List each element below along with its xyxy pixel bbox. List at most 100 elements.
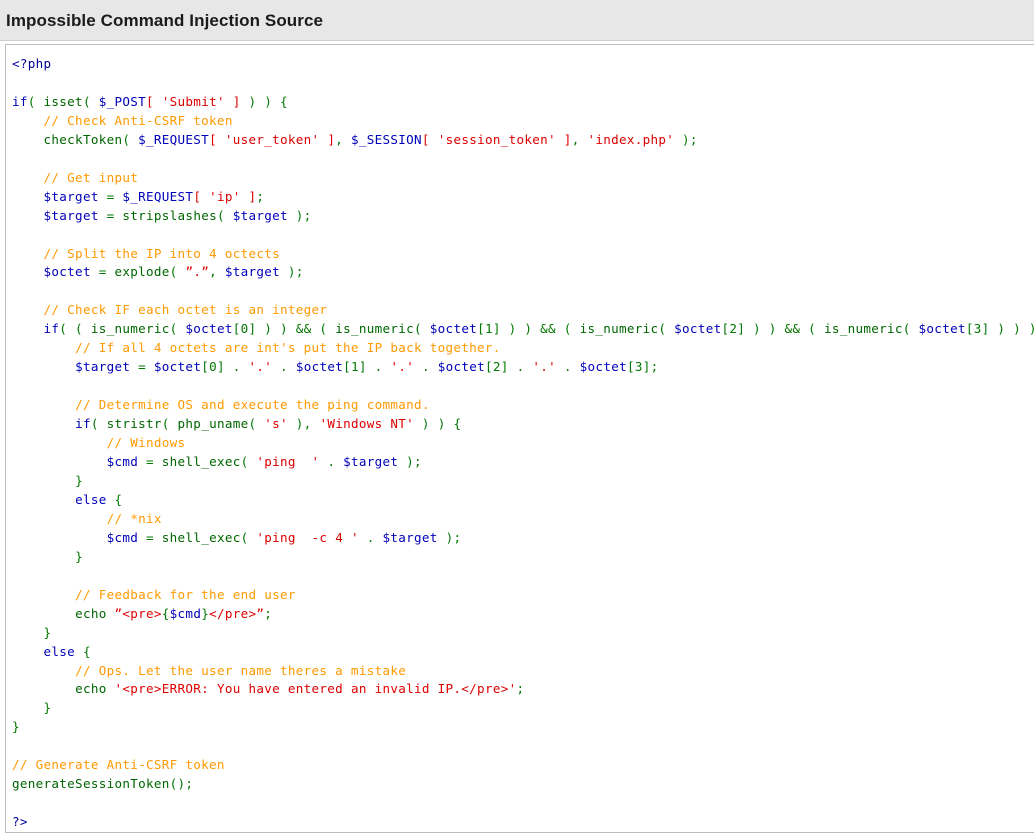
code-token-punct: } [44,700,52,715]
code-line: echo '<pre>ERROR: You have entered an in… [12,681,524,696]
code-token-var: $_REQUEST [138,132,209,147]
code-token-string: 'user_token' [225,132,320,147]
code-token-string: 'Windows NT' [319,416,414,431]
code-token-comment: // Feedback for the end user [75,587,296,602]
code-token-comment: // Get input [44,170,139,185]
code-token-punct: ) ) ) { [990,321,1034,336]
php-source-code: <?php if( isset( $_POST[ 'Submit' ] ) ) … [6,45,1034,832]
code-token-punct: } [12,719,20,734]
code-token-func: php_uname [178,416,249,431]
code-token-var: $octet [438,359,485,374]
code-token-bracket-g: [3] [966,321,990,336]
code-token-bracket: ] [319,132,335,147]
code-line: // If all 4 octets are int's put the IP … [12,340,501,355]
code-token-keyword: if [12,94,28,109]
code-token-comment: // Check IF each octet is an integer [44,302,328,317]
code-token-punct: ( [91,416,107,431]
code-token-bracket-g: [0] [233,321,257,336]
code-token-func: echo [75,606,107,621]
code-token-string: '<pre>ERROR: You have entered an invalid… [114,681,516,696]
code-token-bracket: ] [225,94,241,109]
code-token-keyword: if [75,416,91,431]
code-token-comment: // Determine OS and execute the ping com… [75,397,430,412]
code-token-punct: , [572,132,588,147]
code-token-bracket-g: [2] [721,321,745,336]
code-token-string: '.' [532,359,556,374]
code-line: else { [12,644,91,659]
page-title: Impossible Command Injection Source [6,12,323,29]
code-token-punct: . [367,359,391,374]
code-token-tag: <?php [12,56,51,71]
code-token-string: </pre>” [209,606,264,621]
code-token-punct: ; [651,359,659,374]
code-line: // Generate Anti-CSRF token [12,757,225,772]
code-token-punct: ); [438,530,462,545]
code-token-comment: // Split the IP into 4 octects [44,246,280,261]
code-line: // Ops. Let the user name theres a mista… [12,663,406,678]
code-token-bracket-g: [1] [343,359,367,374]
code-line: } [12,625,51,640]
code-token-var: $target [44,189,99,204]
code-token-punct: = [138,530,162,545]
code-token-bracket: [ [422,132,438,147]
code-token-punct: ( [658,321,674,336]
code-token-punct: ), [288,416,320,431]
code-token-string: 's' [264,416,288,431]
code-token-var: $cmd [170,606,202,621]
code-line: $cmd = shell_exec( 'ping ' . $target ); [12,454,422,469]
code-line: generateSessionToken(); [12,776,193,791]
code-token-punct: = [138,454,162,469]
code-token-var: $target [75,359,130,374]
code-token-var: $target [343,454,398,469]
code-token-punct: ; [516,681,524,696]
code-token-func: is_numeric [335,321,414,336]
code-token-punct: ) ) { [241,94,288,109]
code-token-bracket-g: [3] [627,359,651,374]
code-token-punct: ( [170,264,186,279]
code-line: // Check IF each octet is an integer [12,302,327,317]
code-token-comment: // Check Anti-CSRF token [44,113,233,128]
code-token-bracket: [ [209,132,225,147]
code-token-punct: ( [170,321,186,336]
code-token-var: $target [383,530,438,545]
code-token-var: $octet [580,359,627,374]
code-token-punct: ); [280,264,304,279]
code-token-punct: ( [28,94,44,109]
code-token-punct: , [209,264,225,279]
code-token-punct: ); [398,454,422,469]
code-token-punct: . [556,359,580,374]
code-token-comment: // If all 4 octets are int's put the IP … [75,340,501,355]
code-token-var: $octet [185,321,232,336]
code-line: if( ( is_numeric( $octet[0] ) ) && ( is_… [12,321,1034,336]
code-token-bracket: [ [193,189,209,204]
page-root: Impossible Command Injection Source <?ph… [0,0,1034,833]
code-token-var: $target [225,264,280,279]
code-line: // Check Anti-CSRF token [12,113,233,128]
code-token-func: checkToken [44,132,123,147]
code-token-punct: (); [170,776,194,791]
code-token-bracket: ] [556,132,572,147]
code-token-punct: ) ) && ( [256,321,335,336]
code-token-punct: ) ) && ( [745,321,824,336]
code-token-punct: ) ) { [414,416,461,431]
code-line: <?php [12,56,51,71]
code-line: // Windows [12,435,185,450]
code-token-bracket: [ [146,94,162,109]
code-token-var: $cmd [107,454,139,469]
code-token-punct: } [201,606,209,621]
code-token-punct: { [107,492,123,507]
code-token-punct: } [44,625,52,640]
code-token-punct: = [130,359,154,374]
code-token-punct: ); [288,208,312,223]
code-line: if( stristr( php_uname( 's' ), 'Windows … [12,416,461,431]
code-token-punct: { [162,606,170,621]
code-line: $octet = explode( ”.”, $target ); [12,264,304,279]
code-token-keyword: if [44,321,60,336]
code-token-punct: ( [903,321,919,336]
code-line: // Determine OS and execute the ping com… [12,397,430,412]
code-token-var: $octet [430,321,477,336]
code-token-punct: = [91,264,115,279]
code-line: } [12,700,51,715]
source-code-panel[interactable]: <?php if( isset( $_POST[ 'Submit' ] ) ) … [5,44,1034,833]
code-token-var: $target [233,208,288,223]
